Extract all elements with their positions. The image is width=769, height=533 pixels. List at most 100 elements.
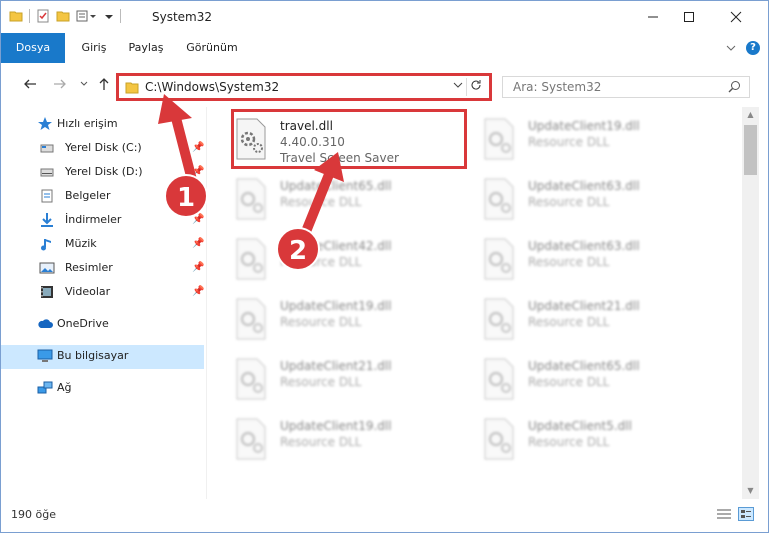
sidebar-item-documents[interactable]: Belgeler 📌: [1, 185, 204, 207]
refresh-button[interactable]: [466, 78, 485, 96]
file-name: UpdateClient65.dll: [280, 179, 392, 193]
file-item[interactable]: UpdateClient63.dll Resource DLL: [455, 171, 695, 227]
folder-icon: [125, 82, 139, 94]
dll-file-icon: [484, 118, 514, 160]
sidebar-item-label: Ağ: [57, 381, 72, 394]
sidebar-item-pictures[interactable]: Resimler 📌: [1, 257, 204, 279]
sidebar-item-label: Bu bilgisayar: [57, 349, 129, 362]
scroll-thumb[interactable]: [744, 125, 757, 175]
address-path[interactable]: C:\Windows\System32: [145, 80, 279, 94]
properties-icon[interactable]: [36, 9, 50, 23]
sidebar-item-this-pc[interactable]: Bu bilgisayar: [1, 345, 204, 369]
address-bar[interactable]: C:\Windows\System32: [116, 73, 492, 101]
file-type: Resource DLL: [528, 435, 610, 449]
up-button[interactable]: [97, 77, 111, 95]
ribbon: Dosya Giriş Paylaş Görünüm ?: [1, 33, 768, 64]
scroll-up-button[interactable]: ▲: [742, 107, 759, 123]
pin-icon: 📌: [192, 142, 205, 153]
sidebar-item-label: İndirmeler: [65, 213, 122, 226]
dll-file-icon: [484, 238, 514, 280]
toolbar-separator: [120, 9, 121, 23]
details-view-icon[interactable]: [716, 507, 732, 521]
title-bar: System32: [1, 1, 768, 33]
pictures-icon: [39, 262, 55, 274]
new-folder-icon[interactable]: [56, 9, 70, 23]
back-button[interactable]: [23, 77, 37, 95]
search-placeholder[interactable]: Ara: System32: [513, 80, 601, 94]
vertical-scrollbar[interactable]: ▲ ▼: [742, 107, 759, 499]
search-box[interactable]: Ara: System32: [502, 76, 750, 98]
dll-file-icon: [484, 178, 514, 220]
close-icon: [730, 11, 742, 23]
file-name: UpdateClient19.dll: [528, 119, 640, 133]
file-type: Resource DLL: [528, 255, 610, 269]
file-item[interactable]: UpdateClient42.dll Resource DLL: [207, 231, 447, 287]
sidebar-item-quick-access[interactable]: Hızlı erişim: [1, 113, 204, 135]
customize-toolbar-icon[interactable]: [76, 9, 98, 23]
maximize-button[interactable]: [666, 1, 712, 33]
file-type: Resource DLL: [528, 135, 610, 149]
dll-file-icon: [236, 238, 266, 280]
maximize-icon: [684, 12, 694, 22]
chevron-down-icon: [453, 82, 463, 88]
help-icon[interactable]: ?: [746, 41, 760, 55]
file-item[interactable]: UpdateClient65.dll Resource DLL: [455, 351, 695, 407]
sidebar-item-local-disk-d[interactable]: Yerel Disk (D:) 📌: [1, 161, 204, 183]
toolbar-separator: [29, 9, 30, 23]
file-item[interactable]: UpdateClient21.dll Resource DLL: [207, 351, 447, 407]
sidebar-item-network[interactable]: Ağ: [1, 377, 204, 399]
sidebar-item-downloads[interactable]: İndirmeler 📌: [1, 209, 204, 231]
star-icon: [38, 117, 52, 130]
computer-icon: [37, 349, 53, 362]
pin-icon: 📌: [192, 214, 205, 225]
downloads-icon: [41, 213, 53, 227]
close-button[interactable]: [713, 1, 759, 33]
item-count: 190 öğe: [11, 508, 56, 521]
forward-button[interactable]: [53, 77, 67, 95]
folder-icon: [9, 11, 23, 22]
pin-icon: 📌: [192, 166, 205, 177]
expand-ribbon-icon[interactable]: [726, 43, 736, 53]
dll-file-icon: [484, 298, 514, 340]
address-dropdown-button[interactable]: [453, 80, 463, 93]
sidebar-item-onedrive[interactable]: OneDrive: [1, 313, 204, 335]
recent-locations-button[interactable]: [79, 77, 89, 95]
cloud-icon: [38, 319, 53, 328]
ribbon-controls: ?: [726, 41, 760, 55]
file-item[interactable]: UpdateClient65.dll Resource DLL: [207, 171, 447, 227]
sidebar-item-label: Belgeler: [65, 189, 111, 202]
file-item[interactable]: UpdateClient5.dll Resource DLL: [455, 411, 695, 467]
arrow-up-icon: [99, 78, 109, 90]
tab-file[interactable]: Dosya: [1, 33, 65, 63]
dll-file-icon: [484, 358, 514, 400]
file-item[interactable]: UpdateClient19.dll Resource DLL: [207, 291, 447, 347]
sidebar-item-label: Yerel Disk (D:): [65, 165, 143, 178]
file-type: Resource DLL: [280, 255, 362, 269]
tab-home[interactable]: Giriş: [71, 33, 117, 63]
file-item[interactable]: UpdateClient19.dll Resource DLL: [455, 111, 695, 167]
file-name: UpdateClient21.dll: [528, 299, 640, 313]
file-type: Resource DLL: [280, 315, 362, 329]
refresh-icon: [471, 80, 481, 90]
sidebar-item-videos[interactable]: Videolar 📌: [1, 281, 204, 303]
drive-icon: [40, 168, 54, 177]
sidebar-item-music[interactable]: Müzik 📌: [1, 233, 204, 255]
quick-access-toolbar: [9, 9, 121, 23]
tab-view[interactable]: Görünüm: [179, 33, 245, 63]
tiles-view-icon[interactable]: [738, 507, 754, 521]
sidebar-item-label: OneDrive: [57, 317, 109, 330]
file-name: UpdateClient63.dll: [528, 239, 640, 253]
file-type: Resource DLL: [528, 315, 610, 329]
highlight-box: [231, 109, 467, 169]
file-item[interactable]: UpdateClient63.dll Resource DLL: [455, 231, 695, 287]
tab-share[interactable]: Paylaş: [121, 33, 171, 63]
file-name: UpdateClient21.dll: [280, 359, 392, 373]
file-item[interactable]: UpdateClient21.dll Resource DLL: [455, 291, 695, 347]
arrow-left-icon: [24, 79, 36, 89]
sidebar-item-local-disk-c[interactable]: Yerel Disk (C:) 📌: [1, 137, 204, 159]
pin-icon: 📌: [192, 286, 205, 297]
file-item[interactable]: UpdateClient19.dll Resource DLL: [207, 411, 447, 467]
chevron-down-icon[interactable]: [104, 9, 114, 23]
scroll-down-button[interactable]: ▼: [742, 483, 759, 499]
music-icon: [41, 239, 51, 251]
